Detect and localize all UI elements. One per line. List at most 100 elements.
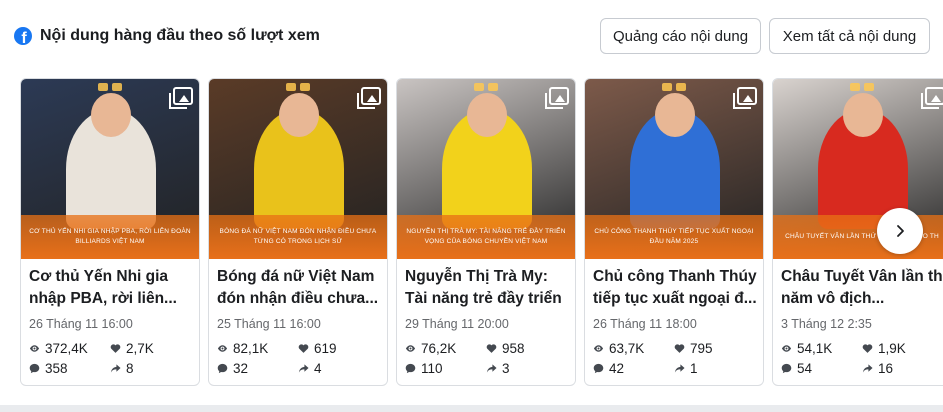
heart-icon (486, 344, 497, 353)
photo-album-icon (921, 87, 943, 109)
share-icon (674, 364, 685, 373)
comment-icon (405, 363, 416, 374)
eye-icon (593, 345, 604, 352)
views-count: 54,1K (797, 341, 833, 356)
likes-count: 795 (690, 341, 713, 356)
eye-icon (405, 345, 416, 352)
likes-stat: 795 (674, 341, 713, 356)
share-icon (110, 364, 121, 373)
photo-album-icon (357, 87, 381, 109)
post-date: 29 Tháng 11 20:00 (405, 317, 509, 331)
post-date: 3 Tháng 12 2:35 (781, 317, 872, 331)
heart-icon (862, 344, 873, 353)
likes-stat: 2,7K (110, 341, 154, 356)
eye-icon (29, 345, 40, 352)
likes-stat: 1,9K (862, 341, 906, 356)
comment-icon (29, 363, 40, 374)
comments-count: 54 (797, 361, 813, 376)
heart-icon (110, 344, 121, 353)
promote-content-button[interactable]: Quảng cáo nội dung (600, 18, 761, 54)
comments-stat: 110 (405, 361, 443, 376)
views-stat: 76,2K (405, 341, 456, 356)
comments-count: 358 (45, 361, 68, 376)
post-title[interactable]: Nguyễn Thị Trà My: Tài năng trẻ đầy triể… (405, 266, 569, 310)
content-card[interactable]: NGUYỄN THỊ TRÀ MY: TÀI NĂNG TRẺ ĐẦY TRIỂ… (396, 78, 576, 386)
comment-icon (781, 363, 792, 374)
shares-count: 1 (690, 361, 698, 376)
likes-count: 619 (314, 341, 337, 356)
thumbnail-caption-band: BÓNG ĐÁ NỮ VIỆT NAM ĐÓN NHẬN ĐIỀU CHƯA T… (209, 215, 387, 259)
chevron-right-icon (897, 225, 904, 237)
comments-stat: 32 (217, 361, 248, 376)
content-carousel: CƠ THỦ YẾN NHI GIA NHẬP PBA, RỜI LIÊN ĐO… (20, 78, 943, 386)
thumbnail-caption: CHỦ CÔNG THANH THÚY TIẾP TỤC XUẤT NGOẠI … (594, 228, 754, 245)
section-title: Nội dung hàng đầu theo số lượt xem (40, 27, 320, 44)
share-icon (298, 364, 309, 373)
thumbnail-caption-band: CHỦ CÔNG THANH THÚY TIẾP TỤC XUẤT NGOẠI … (585, 215, 763, 259)
shares-stat: 1 (674, 361, 698, 376)
thumbnail-caption: CƠ THỦ YẾN NHI GIA NHẬP PBA, RỜI LIÊN ĐO… (29, 228, 191, 245)
shares-stat: 16 (862, 361, 893, 376)
post-title[interactable]: Cơ thủ Yến Nhi gia nhập PBA, rời liên... (29, 266, 193, 310)
thumbnail-face (467, 93, 507, 137)
thumbnail-face (843, 93, 883, 137)
post-title[interactable]: Bóng đá nữ Việt Nam đón nhận điều chưa..… (217, 266, 381, 310)
thumbnail-caption: NGUYỄN THỊ TRÀ MY: TÀI NĂNG TRẺ ĐẦY TRIỂ… (406, 228, 566, 245)
post-date: 26 Tháng 11 18:00 (593, 317, 697, 331)
post-thumbnail[interactable]: CƠ THỦ YẾN NHI GIA NHẬP PBA, RỜI LIÊN ĐO… (21, 79, 199, 259)
views-stat: 63,7K (593, 341, 644, 356)
heart-icon (298, 344, 309, 353)
views-count: 63,7K (609, 341, 645, 356)
content-card[interactable]: CHỦ CÔNG THANH THÚY TIẾP TỤC XUẤT NGOẠI … (584, 78, 764, 386)
post-title[interactable]: Châu Tuyết Vân lần th năm vô địch... (781, 266, 943, 310)
likes-count: 2,7K (126, 341, 154, 356)
shares-count: 3 (502, 361, 510, 376)
shares-stat: 8 (110, 361, 134, 376)
post-date: 26 Tháng 11 16:00 (29, 317, 133, 331)
shares-stat: 4 (298, 361, 322, 376)
post-thumbnail[interactable]: NGUYỄN THỊ TRÀ MY: TÀI NĂNG TRẺ ĐẦY TRIỂ… (397, 79, 575, 259)
heart-icon (674, 344, 685, 353)
top-content-panel: f Nội dung hàng đầu theo số lượt xem Quả… (0, 0, 943, 405)
likes-count: 1,9K (878, 341, 906, 356)
post-date: 25 Tháng 11 16:00 (217, 317, 321, 331)
views-stat: 54,1K (781, 341, 832, 356)
content-card[interactable]: BÓNG ĐÁ NỮ VIỆT NAM ĐÓN NHẬN ĐIỀU CHƯA T… (208, 78, 388, 386)
thumbnail-caption-band: CƠ THỦ YẾN NHI GIA NHẬP PBA, RỜI LIÊN ĐO… (21, 215, 199, 259)
next-button[interactable] (877, 208, 923, 254)
comments-count: 32 (233, 361, 249, 376)
page-divider (0, 405, 943, 412)
views-count: 76,2K (421, 341, 457, 356)
eye-icon (781, 345, 792, 352)
post-thumbnail[interactable]: CHỦ CÔNG THANH THÚY TIẾP TỤC XUẤT NGOẠI … (585, 79, 763, 259)
publisher-logo (656, 83, 692, 93)
publisher-logo (92, 83, 128, 93)
thumbnail-caption: BÓNG ĐÁ NỮ VIỆT NAM ĐÓN NHẬN ĐIỀU CHƯA T… (219, 228, 377, 245)
eye-icon (217, 345, 228, 352)
comments-stat: 358 (29, 361, 68, 376)
shares-stat: 3 (486, 361, 510, 376)
comments-stat: 42 (593, 361, 624, 376)
thumbnail-face (91, 93, 131, 137)
publisher-logo (468, 83, 504, 93)
views-count: 82,1K (233, 341, 269, 356)
comment-icon (217, 363, 228, 374)
shares-count: 4 (314, 361, 322, 376)
views-stat: 372,4K (29, 341, 88, 356)
comments-count: 110 (421, 361, 443, 376)
thumbnail-face (655, 93, 695, 137)
facebook-icon: f (14, 27, 32, 45)
likes-count: 958 (502, 341, 525, 356)
content-card[interactable]: CƠ THỦ YẾN NHI GIA NHẬP PBA, RỜI LIÊN ĐO… (20, 78, 200, 386)
share-icon (486, 364, 497, 373)
thumbnail-caption-band: NGUYỄN THỊ TRÀ MY: TÀI NĂNG TRẺ ĐẦY TRIỂ… (397, 215, 575, 259)
views-count: 372,4K (45, 341, 88, 356)
view-all-content-button[interactable]: Xem tất cả nội dung (769, 18, 930, 54)
photo-album-icon (545, 87, 569, 109)
publisher-logo (280, 83, 316, 93)
thumbnail-face (279, 93, 319, 137)
shares-count: 16 (878, 361, 894, 376)
post-title[interactable]: Chủ công Thanh Thúy tiếp tục xuất ngoại … (593, 266, 757, 310)
comments-stat: 54 (781, 361, 812, 376)
post-thumbnail[interactable]: BÓNG ĐÁ NỮ VIỆT NAM ĐÓN NHẬN ĐIỀU CHƯA T… (209, 79, 387, 259)
